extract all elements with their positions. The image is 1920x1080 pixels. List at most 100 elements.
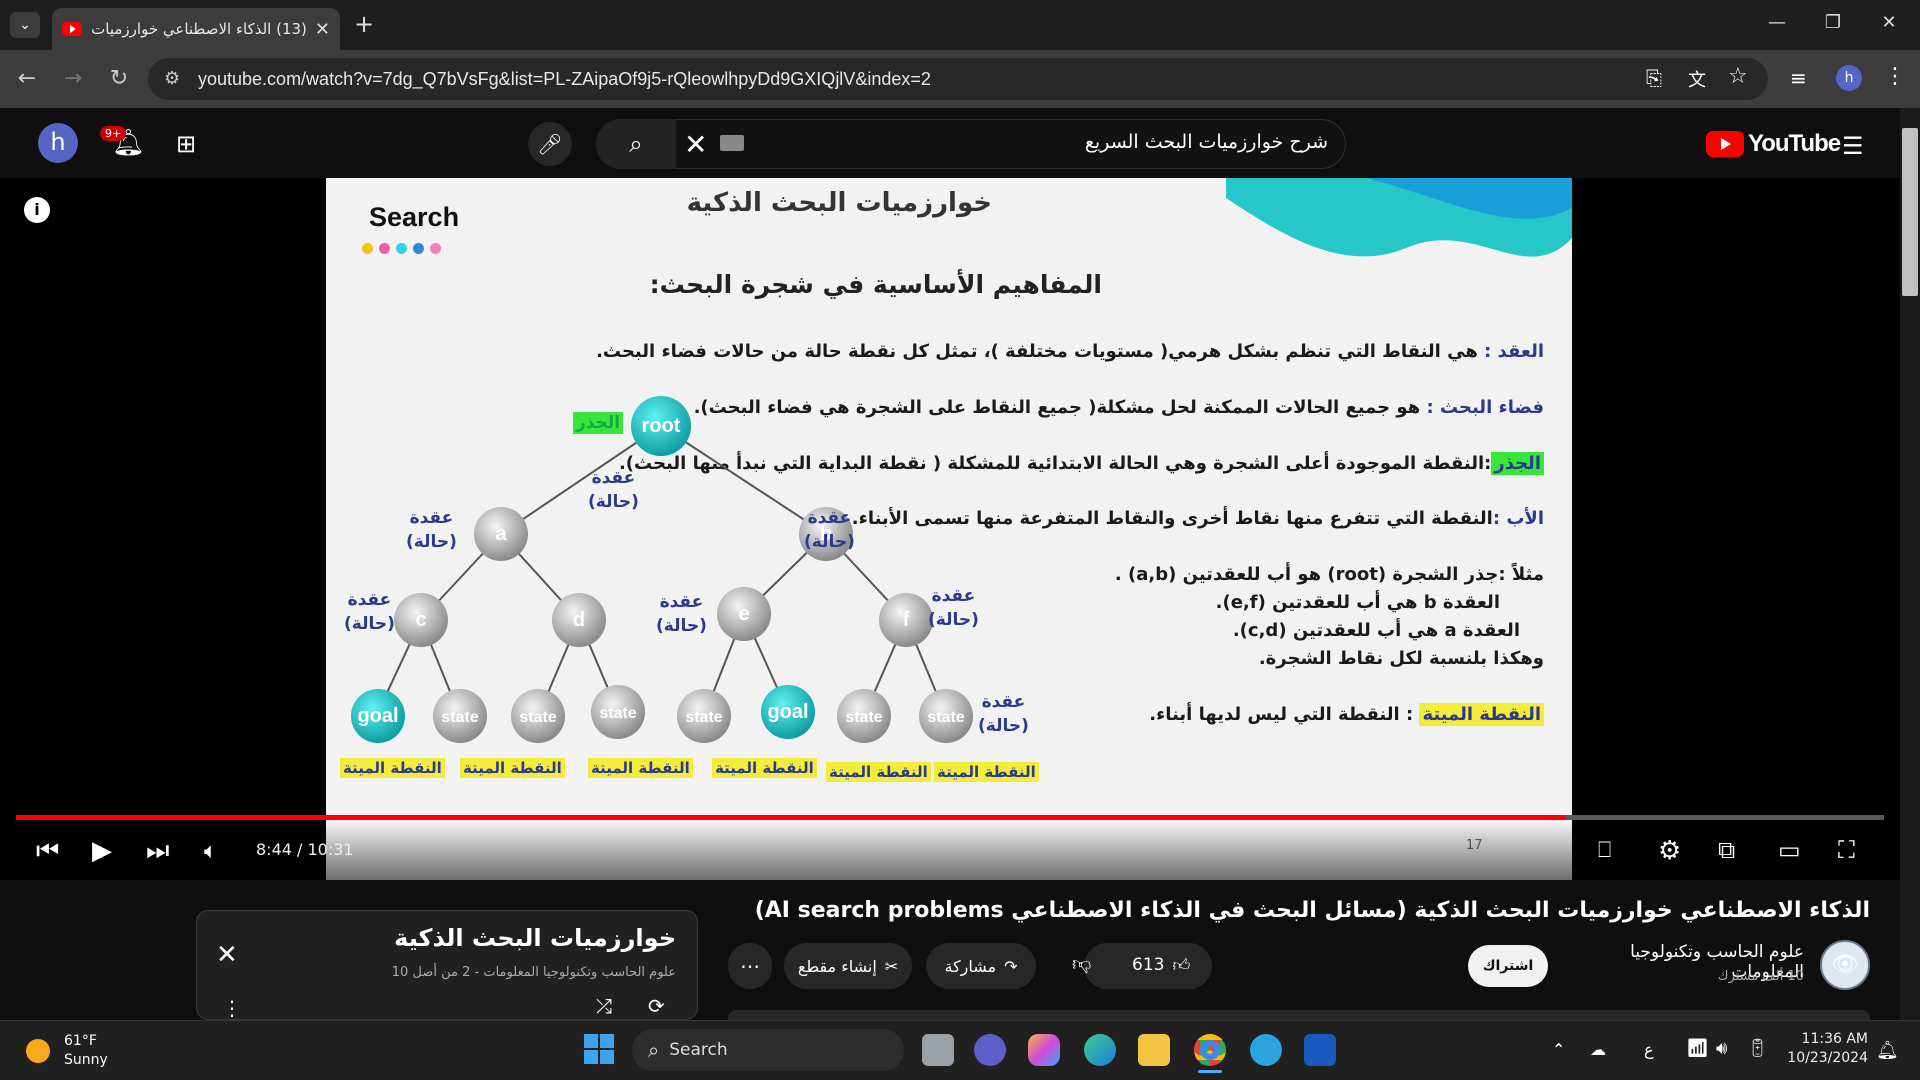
clock[interactable]: 11:36 AM 10/23/2024: [1776, 1030, 1868, 1068]
bookmark-star-icon[interactable]: ☆: [1728, 64, 1748, 89]
notification-center-icon[interactable]: 🔔︎: [1876, 1040, 1899, 1061]
forward-button[interactable]: →: [58, 66, 88, 91]
copilot-icon[interactable]: [1028, 1034, 1060, 1066]
tab-title: (13) الذكاء الاصطناعي خوارزميات: [92, 20, 307, 38]
tab-search-button[interactable]: ⌄: [10, 12, 40, 38]
clip-button[interactable]: إنشاء مقطع ✂: [784, 943, 912, 989]
translate-icon[interactable]: 文: [1688, 66, 1706, 92]
more-actions-button[interactable]: ⋯: [728, 943, 772, 989]
reload-button[interactable]: ↻: [104, 66, 134, 91]
scrollbar-thumb[interactable]: [1902, 128, 1918, 296]
miniplayer-icon[interactable]: ⧉: [1718, 836, 1735, 864]
tree-node-label: a: [495, 523, 507, 545]
new-tab-button[interactable]: +: [354, 10, 374, 38]
node-state-label: عقدة (حالة): [978, 690, 1029, 738]
telegram-icon[interactable]: [1250, 1034, 1282, 1066]
onedrive-icon[interactable]: ☁: [1590, 1040, 1606, 1059]
node-state-label: عقدة (حالة): [406, 506, 457, 554]
node-label-text: عقدة: [409, 508, 454, 528]
taskbar-search[interactable]: ⌕ Search: [632, 1029, 904, 1071]
node-label-text: عقدة: [591, 468, 636, 488]
progress-fill: [16, 815, 1567, 820]
previous-icon[interactable]: ⏮: [36, 836, 59, 867]
youtube-logo-text: YouTube: [1748, 130, 1841, 157]
example-line-4: وهكذا بلنسبة لكل نقاط الشجرة.: [1258, 648, 1544, 669]
close-window-button[interactable]: ✕: [1874, 12, 1904, 33]
chrome-icon[interactable]: [1194, 1034, 1226, 1066]
theater-mode-icon[interactable]: ▭: [1778, 836, 1801, 864]
media-control-icon[interactable]: ≡: [1790, 66, 1807, 90]
meet-icon[interactable]: [974, 1034, 1006, 1066]
state-label-text: (حالة): [344, 614, 395, 634]
edge-icon[interactable]: [1084, 1034, 1116, 1066]
speaker-icon[interactable]: 🔊︎: [1716, 1038, 1727, 1059]
like-count: 613: [1132, 955, 1165, 975]
node-label-text: عقدة: [659, 592, 704, 612]
wifi-icon[interactable]: 📶︎: [1686, 1038, 1709, 1059]
file-explorer-icon[interactable]: [1138, 1034, 1170, 1066]
next-icon[interactable]: ⏭: [146, 836, 169, 867]
fullscreen-icon[interactable]: ⛶: [1838, 836, 1855, 864]
progress-bar[interactable]: [16, 815, 1884, 820]
like-button[interactable]: 613 👍︎: [1132, 955, 1190, 976]
volume-icon[interactable]: 🔈︎: [204, 839, 217, 864]
search-input[interactable]: شرح خوارزميات البحث السريع: [760, 131, 1328, 153]
omnibox[interactable]: ⚙ youtube.com/watch?v=7dg_Q7bVsFg&list=P…: [148, 58, 1768, 100]
temperature: 61°F: [64, 1033, 97, 1049]
back-button[interactable]: ←: [12, 66, 42, 91]
word-icon[interactable]: [1304, 1034, 1336, 1066]
guide-menu-icon[interactable]: ☰: [1842, 132, 1864, 160]
site-info-icon[interactable]: ⚙: [164, 68, 180, 89]
subscribe-button[interactable]: اشتراك: [1468, 945, 1548, 987]
weather-widget[interactable]: 61°F Sunny: [26, 1032, 108, 1070]
profile-avatar[interactable]: h: [1836, 65, 1862, 91]
subtitles-icon[interactable]: ⎕: [1598, 838, 1611, 863]
install-app-icon[interactable]: ⎘: [1646, 66, 1662, 90]
info-icon[interactable]: i: [24, 197, 50, 223]
sun-icon: [26, 1039, 50, 1063]
browser-tab[interactable]: (13) الذكاء الاصطناعي خوارزميات ✕: [52, 8, 340, 50]
share-button[interactable]: مشاركة ↷: [926, 943, 1036, 989]
node-label-text: عقدة: [347, 590, 392, 610]
time-display: 8:44 / 10:31: [256, 840, 354, 859]
url-text[interactable]: youtube.com/watch?v=7dg_Q7bVsFg&list=PL-…: [198, 69, 931, 90]
shuffle-icon[interactable]: ⤮: [596, 994, 612, 1018]
task-view-icon[interactable]: [922, 1034, 954, 1066]
input-language[interactable]: ع: [1644, 1040, 1654, 1059]
close-playlist-icon[interactable]: ✕: [216, 940, 238, 970]
node-label-text: عقدة: [981, 692, 1026, 712]
comment-strip: [728, 1010, 1870, 1020]
leaf-node-label: النقطة الميتة: [588, 758, 693, 778]
playlist-title[interactable]: خوارزميات البحث الذكية: [260, 924, 676, 952]
state-label-text: (حالة): [804, 532, 855, 552]
keyboard-icon[interactable]: [720, 135, 744, 151]
state-label-text: (حالة): [928, 610, 979, 630]
clear-search-icon[interactable]: ✕: [684, 128, 707, 161]
leaf-node-label: النقطة الميتة: [460, 758, 565, 778]
settings-gear-icon[interactable]: ⚙: [1658, 836, 1681, 866]
play-icon[interactable]: ▶: [92, 836, 112, 866]
account-avatar[interactable]: h: [38, 123, 78, 163]
tree-node-label: state: [845, 709, 882, 726]
minimize-button[interactable]: —: [1762, 12, 1792, 33]
windows-taskbar: [0, 1020, 1920, 1080]
tray-chevron-icon[interactable]: ⌃: [1552, 1040, 1565, 1059]
youtube-logo[interactable]: YouTube: [1706, 130, 1841, 158]
browser-menu-icon[interactable]: ⋮: [1884, 64, 1906, 89]
dislike-button[interactable]: 👎︎: [1072, 953, 1091, 976]
leaf-node-label: النقطة الميتة: [340, 758, 445, 778]
start-windows-icon[interactable]: [584, 1034, 614, 1064]
restore-button[interactable]: ❐: [1818, 12, 1848, 33]
tab-strip: ⌄ (13) الذكاء الاصطناعي خوارزميات ✕ + — …: [0, 0, 1920, 50]
create-video-icon[interactable]: ⊞: [176, 130, 196, 158]
playlist-menu-icon[interactable]: ⋮: [222, 996, 242, 1020]
voice-search-mic-icon[interactable]: 🎤︎: [528, 122, 572, 166]
leaf-node-label: النقطة الميتة: [934, 762, 1039, 782]
search-button-icon[interactable]: ⌕: [596, 119, 676, 169]
battery-icon[interactable]: 🔋︎: [1746, 1038, 1769, 1059]
close-tab-icon[interactable]: ✕: [315, 19, 330, 40]
tree-node-label: state: [441, 709, 478, 726]
channel-avatar[interactable]: 👁︎: [1820, 940, 1870, 990]
loop-icon[interactable]: ⟳: [648, 994, 665, 1018]
leaf-node-label: النقطة الميتة: [826, 762, 931, 782]
